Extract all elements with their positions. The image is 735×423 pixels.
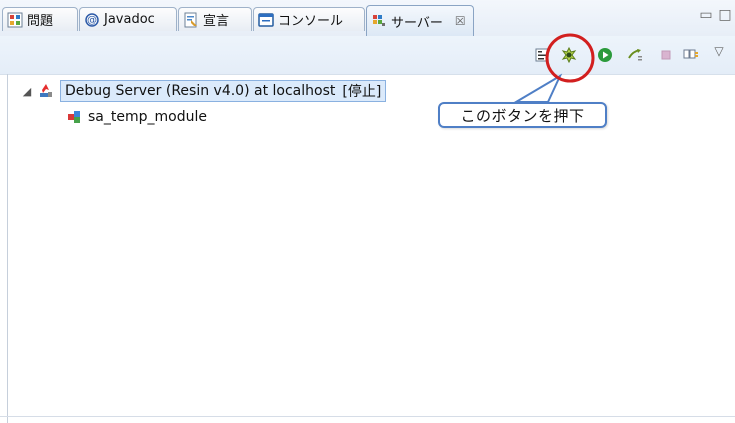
tab-problems-label: 問題 (27, 14, 54, 29)
module-icon (66, 109, 82, 125)
declaration-icon (183, 12, 199, 28)
javadoc-icon: @ (84, 12, 100, 28)
servers-tree: ◢ Debug Server (Resin v4.0) at localhost… (8, 80, 728, 420)
server-row[interactable]: ◢ Debug Server (Resin v4.0) at localhost… (22, 80, 387, 102)
servers-view-screenshot: 問題 @ Javadoc 宣言 コンソール サーバー ☒ ▭ □ ▽ ◢ Deb… (0, 0, 735, 423)
view-menu-icon: ▽ (714, 44, 724, 58)
disconnect-button[interactable] (682, 48, 700, 66)
module-label: sa_temp_module (88, 109, 207, 125)
maximize-icon[interactable]: □ (717, 7, 733, 23)
tab-servers-label: サーバー (391, 15, 443, 31)
server-status: [停止] (342, 84, 382, 100)
servers-icon (371, 13, 387, 29)
stop-server-icon (658, 47, 674, 67)
publish-icon (626, 46, 644, 68)
debug-server-icon (560, 46, 578, 68)
debug-server-button[interactable] (560, 46, 578, 68)
start-server-button[interactable] (596, 48, 614, 66)
tab-servers[interactable]: サーバー ☒ (366, 5, 474, 36)
tab-javadoc-label: Javadoc (104, 12, 155, 27)
collapse-expand-icon[interactable]: ◢ (22, 86, 32, 97)
minimize-icon[interactable]: ▭ (698, 7, 714, 23)
collapse-all-icon (534, 47, 550, 67)
collapse-all-button[interactable] (533, 48, 551, 66)
annotation-text: このボタンを押下 (460, 106, 585, 125)
view-menu-button[interactable]: ▽ (712, 44, 726, 58)
view-bottom-divider (0, 416, 735, 417)
start-server-icon (596, 46, 614, 68)
close-icon[interactable]: ☒ (455, 14, 466, 28)
tab-declaration-label: 宣言 (203, 14, 230, 29)
tab-console-label: コンソール (278, 14, 344, 29)
tab-javadoc[interactable]: @ Javadoc (79, 7, 177, 31)
disconnect-icon (682, 46, 700, 68)
view-tab-bar: 問題 @ Javadoc 宣言 コンソール サーバー ☒ ▭ □ (0, 0, 735, 37)
module-row[interactable]: sa_temp_module (66, 106, 207, 128)
tab-problems[interactable]: 問題 (2, 7, 78, 31)
tab-declaration[interactable]: 宣言 (178, 7, 252, 31)
tab-console[interactable]: コンソール (253, 7, 365, 31)
problems-icon (7, 12, 23, 28)
server-label-highlight: Debug Server (Resin v4.0) at localhost [… (60, 80, 387, 102)
publish-button[interactable] (626, 48, 644, 66)
annotation-callout: このボタンを押下 (438, 102, 607, 128)
stop-server-button[interactable] (657, 48, 675, 66)
servers-view-toolbar: ▽ (0, 36, 735, 75)
server-icon (38, 83, 54, 99)
server-label: Debug Server (Resin v4.0) at localhost (65, 83, 336, 99)
console-icon (258, 12, 274, 28)
svg-text:@: @ (87, 15, 97, 26)
